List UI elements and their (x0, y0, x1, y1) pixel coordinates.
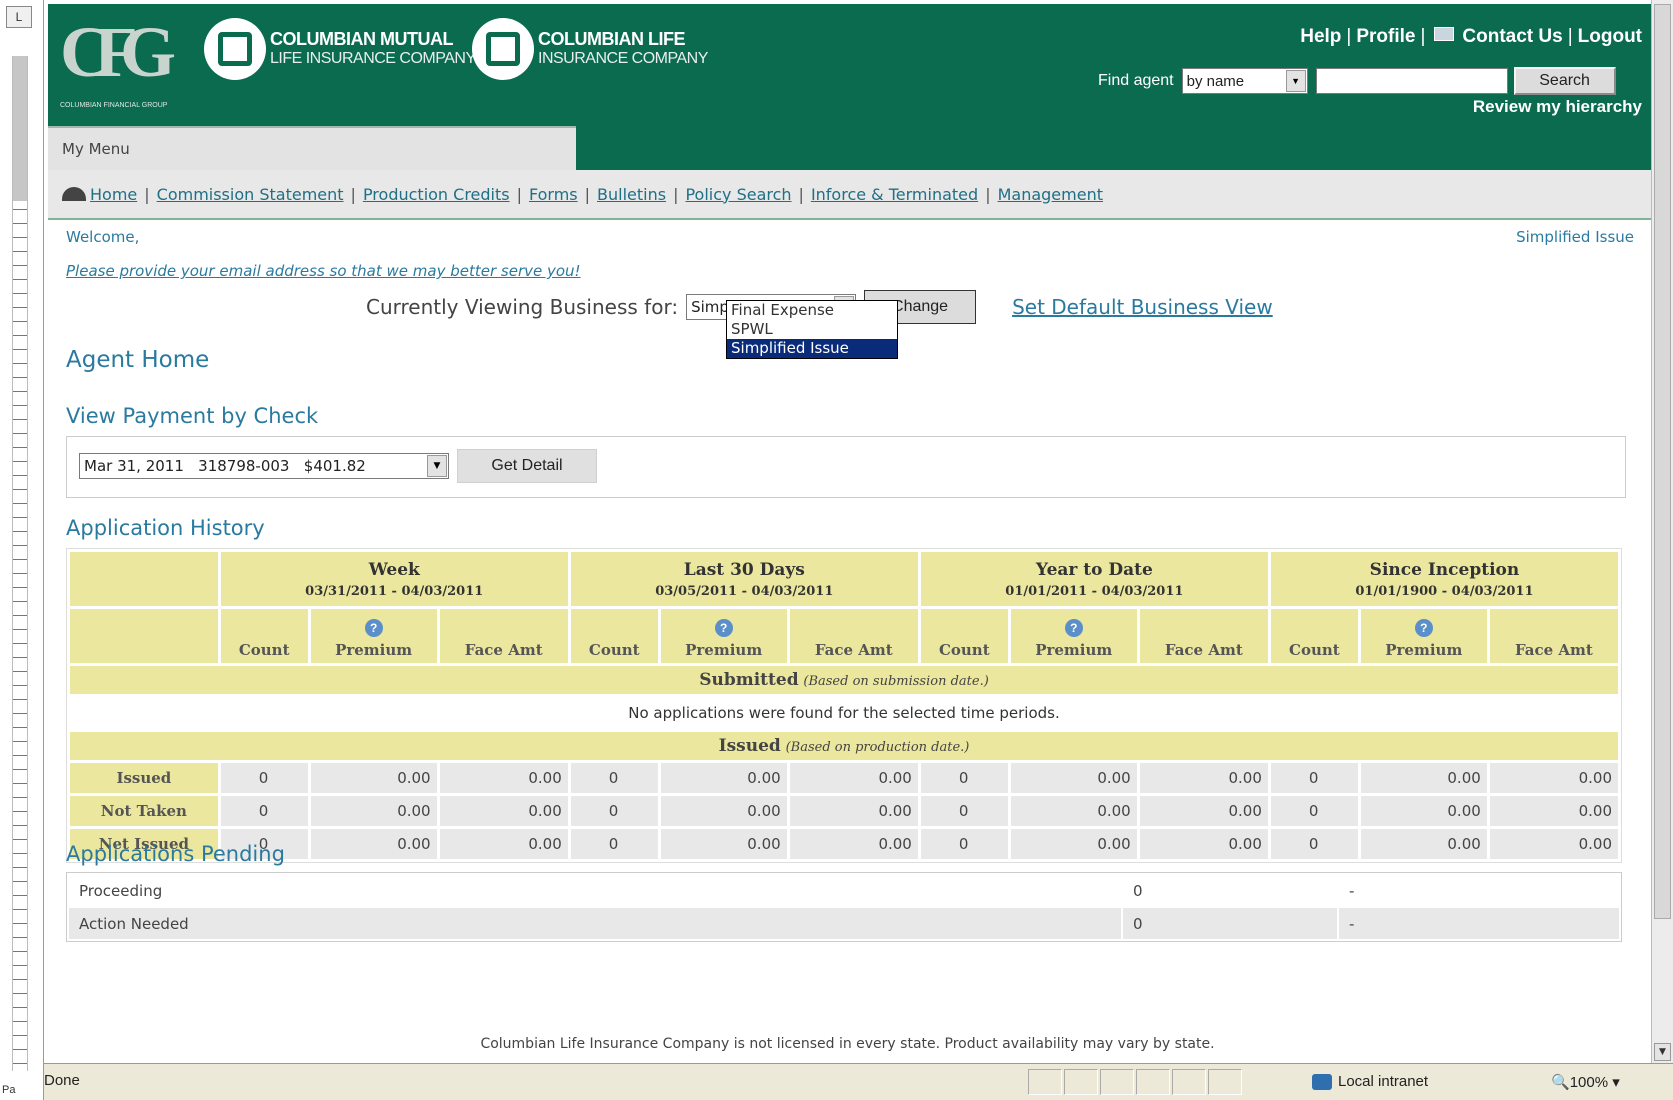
find-agent-form: Find agent by name ▼ Search (1098, 67, 1616, 95)
intranet-globe-icon (1312, 1073, 1332, 1090)
view-payment-heading: View Payment by Check (66, 404, 319, 428)
dropdown-option-final-expense[interactable]: Final Expense (727, 301, 897, 320)
table-row[interactable]: Action Needed 0 - (69, 908, 1619, 939)
period-last-30-days: Last 30 Days 03/05/2011 - 04/03/2011 (570, 552, 918, 606)
home-icon (62, 187, 86, 201)
col-count: Count (220, 609, 308, 663)
issued-band: Issued (Based on production date.) (70, 732, 1618, 760)
col-count: Count (920, 609, 1008, 663)
web-page: CFG COLUMBIAN FINANCIAL GROUP COLUMBIAN … (44, 0, 1651, 1063)
top-links: Help | Profile | Contact Us | Logout (1300, 26, 1642, 47)
my-menu-tab[interactable]: My Menu (48, 126, 576, 170)
dropdown-option-spwl[interactable]: SPWL (727, 320, 897, 339)
get-detail-button[interactable]: Get Detail (457, 449, 597, 483)
period-since-inception: Since Inception 01/01/1900 - 04/03/2011 (1270, 552, 1618, 606)
nav-commission-statement[interactable]: Commission Statement (157, 185, 344, 204)
review-hierarchy-link[interactable]: Review my hierarchy (1473, 97, 1642, 117)
col-face-amt: Face Amt (789, 609, 918, 663)
submitted-band: Submitted (Based on submission date.) (70, 666, 1618, 694)
ruler-scale (12, 56, 28, 1071)
col-premium: ? Premium (310, 609, 437, 663)
col-count: Count (570, 609, 658, 663)
search-button[interactable]: Search (1513, 67, 1616, 95)
nav-inforce-terminated[interactable]: Inforce & Terminated (811, 185, 978, 204)
vertical-ruler: L Pa (0, 0, 44, 1100)
payment-check-select[interactable]: Mar 31, 2011 318798-003 $401.82 ▼ (79, 453, 449, 479)
mail-icon (1434, 27, 1455, 41)
chevron-down-icon: ▼ (1285, 70, 1306, 92)
nav-forms[interactable]: Forms (529, 185, 578, 204)
col-count: Count (1270, 609, 1358, 663)
dropdown-option-simplified-issue[interactable]: Simplified Issue (727, 339, 897, 358)
vertical-scrollbar[interactable]: ▼ (1651, 0, 1673, 1063)
period-week: Week 03/31/2011 - 04/03/2011 (220, 552, 568, 606)
contact-us-link[interactable]: Contact Us (1462, 26, 1562, 47)
period-year-to-date: Year to Date 01/01/2011 - 04/03/2011 (920, 552, 1268, 606)
help-question-icon[interactable]: ? (1414, 619, 1433, 637)
scrollbar-thumb[interactable] (1654, 4, 1671, 919)
col-premium: ? Premium (660, 609, 787, 663)
col-face-amt: Face Amt (1139, 609, 1268, 663)
applications-pending-table: Proceeding 0 - Action Needed 0 - (66, 872, 1622, 942)
payment-panel: Mar 31, 2011 318798-003 $401.82 ▼ Get De… (66, 436, 1626, 498)
magnifier-icon: 🔍 (1551, 1074, 1570, 1091)
ruler-page-label: Pa (2, 1084, 16, 1096)
find-agent-type-select[interactable]: by name ▼ (1181, 68, 1308, 94)
zoom-level[interactable]: 🔍100% ▾ (1551, 1073, 1620, 1091)
find-agent-input[interactable] (1315, 68, 1508, 94)
col-face-amt: Face Amt (1489, 609, 1618, 663)
nav-bulletins[interactable]: Bulletins (597, 185, 666, 204)
agent-home-heading: Agent Home (66, 347, 210, 373)
table-row: Issued 0 0.00 0.00 0 0.00 0.00 0 0.00 0.00 0 0.… (70, 763, 1618, 793)
col-face-amt: Face Amt (439, 609, 568, 663)
ruler-corner-button[interactable]: L (6, 6, 32, 28)
no-applications-message: No applications were found for the selec… (628, 704, 1060, 722)
profile-link[interactable]: Profile (1356, 26, 1415, 47)
scroll-down-arrow-icon[interactable]: ▼ (1654, 1043, 1671, 1061)
help-question-icon[interactable]: ? (364, 619, 383, 637)
help-question-icon[interactable]: ? (1064, 619, 1083, 637)
help-question-icon[interactable]: ? (714, 619, 733, 637)
chevron-down-icon: ▼ (427, 455, 447, 477)
applications-pending-heading: Applications Pending (66, 842, 285, 866)
table-row: Not Taken 0 0.00 0.00 0 0.00 0.00 0 0.00 0.00 … (70, 796, 1618, 826)
set-default-business-view-link[interactable]: Set Default Business View (1012, 295, 1273, 319)
columbian-mutual-emblem-icon (204, 18, 266, 80)
footer-disclaimer: Columbian Life Insurance Company is not … (480, 1036, 1215, 1052)
columbian-life-logo[interactable]: COLUMBIAN LIFE INSURANCE COMPANY (472, 16, 708, 82)
business-view-dropdown-list: Final Expense SPWL Simplified Issue (726, 300, 898, 359)
security-zone: Local intranet (1312, 1073, 1428, 1090)
main-nav: Home | Commission Statement | Production C… (48, 170, 1651, 220)
nav-management[interactable]: Management (998, 185, 1103, 204)
cfg-logo[interactable]: CFG COLUMBIAN FINANCIAL GROUP (60, 12, 210, 109)
nav-production-credits[interactable]: Production Credits (363, 185, 510, 204)
business-view-indicator[interactable]: Simplified Issue (1516, 228, 1634, 246)
status-bar: Done Local intranet 🔍100% ▾ (44, 1063, 1673, 1100)
columbian-mutual-logo[interactable]: COLUMBIAN MUTUAL LIFE INSURANCE COMPANY (204, 16, 476, 82)
logout-link[interactable]: Logout (1578, 26, 1642, 47)
col-premium: ? Premium (1360, 609, 1487, 663)
email-prompt-link[interactable]: Please provide your email address so tha… (66, 262, 581, 280)
nav-policy-search[interactable]: Policy Search (685, 185, 791, 204)
browser-frame: CFG COLUMBIAN FINANCIAL GROUP COLUMBIAN … (44, 0, 1673, 1100)
table-row: Net Issued 0 0.00 0.00 0 0.00 0.00 0 0.00 0.00… (70, 829, 1618, 859)
find-agent-label: Find agent (1098, 72, 1174, 89)
status-text: Done (44, 1072, 80, 1089)
col-premium: ? Premium (1010, 609, 1137, 663)
application-history-table: Week 03/31/2011 - 04/03/2011 Last 30 Days… (66, 548, 1622, 863)
help-link[interactable]: Help (1300, 26, 1341, 47)
columbian-life-emblem-icon (472, 18, 534, 80)
welcome-text: Welcome, (66, 228, 140, 246)
nav-home[interactable]: Home (90, 185, 137, 204)
viewing-label: Currently Viewing Business for: (366, 295, 679, 319)
table-row[interactable]: Proceeding 0 - (69, 875, 1619, 906)
application-history-heading: Application History (66, 516, 265, 540)
